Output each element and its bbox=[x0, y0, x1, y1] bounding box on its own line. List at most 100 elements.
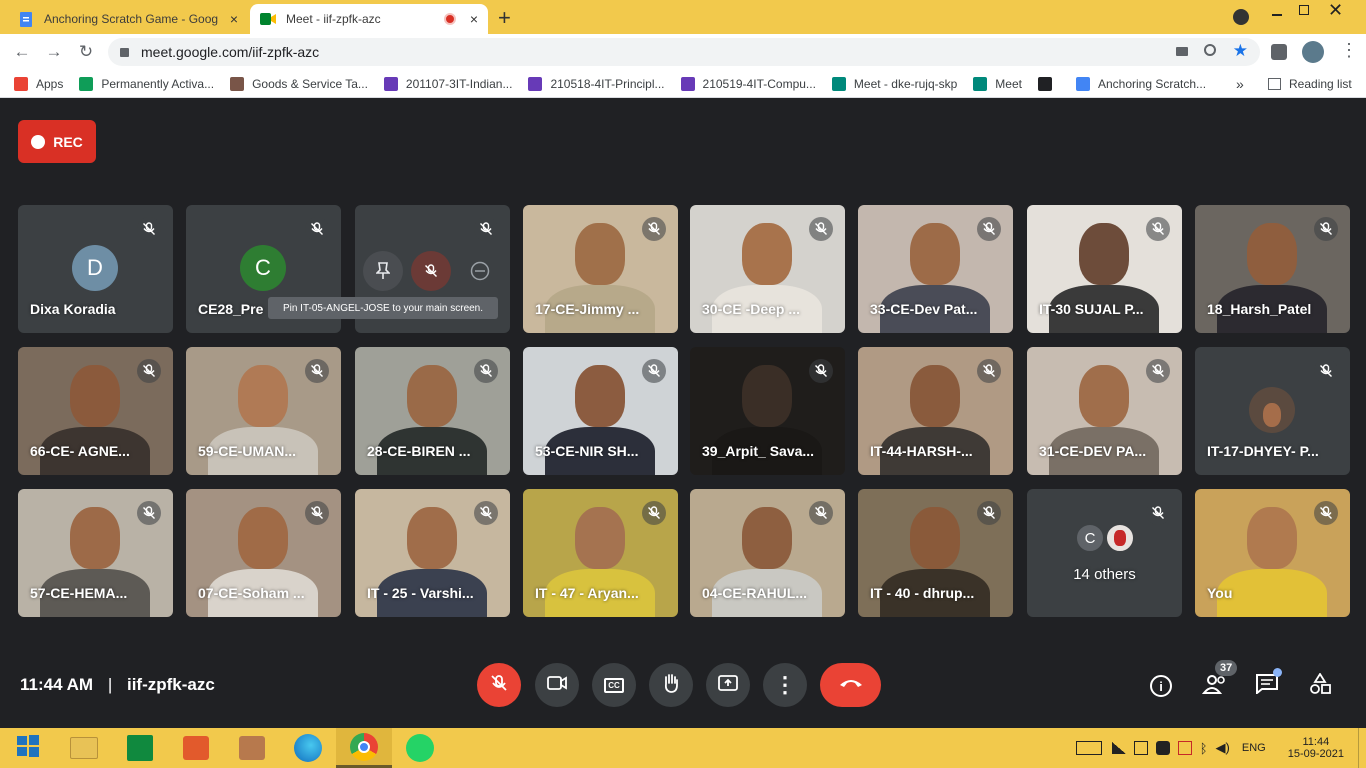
bookmark-star-icon[interactable]: ★ bbox=[1233, 41, 1248, 61]
captions-button[interactable]: CC bbox=[592, 663, 636, 707]
participant-tile[interactable]: 53-CE-NIR SH... bbox=[523, 347, 678, 475]
participant-tile[interactable]: 18_Harsh_Patel bbox=[1195, 205, 1350, 333]
address-bar[interactable]: meet.google.com/iif-zpfk-azc ★ bbox=[108, 38, 1260, 66]
action-center-icon[interactable] bbox=[1358, 728, 1366, 768]
taskbar-chrome[interactable] bbox=[336, 728, 392, 768]
tab-search-icon[interactable] bbox=[1233, 9, 1249, 25]
bookmark-item[interactable]: 210519-4IT-Compu... bbox=[680, 76, 816, 91]
participant-video-head bbox=[70, 507, 120, 569]
participant-tile[interactable]: IT - 25 - Varshi... bbox=[355, 489, 510, 617]
participant-tile[interactable]: 07-CE-Soham ... bbox=[186, 489, 341, 617]
tab-anchoring-scratch[interactable]: Anchoring Scratch Game - Goog × bbox=[8, 4, 248, 34]
bookmarks-more-button[interactable]: » bbox=[1236, 76, 1244, 92]
forward-arrow-icon[interactable]: → bbox=[38, 36, 70, 68]
language-indicator[interactable]: ENG bbox=[1242, 742, 1266, 754]
bookmark-item[interactable]: Permanently Activa... bbox=[79, 76, 214, 91]
participant-tile[interactable]: IT-30 SUJAL P... bbox=[1027, 205, 1182, 333]
clock[interactable]: 11:44 15-09-2021 bbox=[1288, 736, 1344, 760]
chat-button[interactable] bbox=[1247, 666, 1287, 706]
activities-button[interactable] bbox=[1300, 666, 1340, 706]
raise-hand-button[interactable] bbox=[649, 663, 693, 707]
tab-meet[interactable]: Meet - iif-zpfk-azc × bbox=[250, 4, 488, 34]
mic-muted-icon bbox=[137, 501, 161, 525]
meet-icon bbox=[260, 11, 276, 27]
tab-close-icon[interactable]: × bbox=[230, 11, 238, 27]
bookmark-item[interactable]: Meet bbox=[973, 76, 1022, 91]
participant-tile[interactable]: IT - 47 - Aryan... bbox=[523, 489, 678, 617]
notification-area-icon[interactable] bbox=[1155, 741, 1170, 755]
zoom-icon[interactable] bbox=[1204, 44, 1216, 56]
participant-tile[interactable]: 28-CE-BIREN ... bbox=[355, 347, 510, 475]
participant-tile[interactable]: D Dixa Koradia bbox=[18, 205, 173, 333]
participant-tile[interactable]: IT-17-DHYEY- P... bbox=[1195, 347, 1350, 475]
participant-video-head bbox=[742, 365, 792, 427]
participant-tile[interactable]: 30-CE -Deep ... bbox=[690, 205, 845, 333]
pin-button[interactable] bbox=[363, 251, 403, 291]
taskbar-app-1[interactable] bbox=[168, 728, 224, 768]
participant-tile[interactable]: 04-CE-RAHUL... bbox=[690, 489, 845, 617]
bluetooth-icon[interactable]: ᛒ bbox=[1200, 741, 1208, 756]
participant-tile[interactable]: 31-CE-DEV PA... bbox=[1027, 347, 1182, 475]
bookmark-item[interactable]: Anchoring Scratch... bbox=[1075, 76, 1206, 91]
bookmark-item[interactable]: Goods & Service Ta... bbox=[230, 76, 368, 91]
tab-close-icon[interactable]: × bbox=[470, 11, 478, 27]
reload-icon[interactable]: ↻ bbox=[70, 36, 102, 68]
participant-tile[interactable]: IT-44-HARSH-... bbox=[858, 347, 1013, 475]
network-icon[interactable] bbox=[1111, 742, 1126, 754]
camera-toggle-button[interactable] bbox=[535, 663, 579, 707]
extensions-icon[interactable] bbox=[1271, 44, 1287, 60]
bookmark-item[interactable]: 201107-3IT-Indian... bbox=[383, 76, 512, 91]
participant-tile[interactable]: C 14 others bbox=[1027, 489, 1182, 617]
participant-tile[interactable]: IT - 40 - dhrup... bbox=[858, 489, 1013, 617]
participant-video-head bbox=[1079, 365, 1129, 427]
microphone-toggle-button[interactable] bbox=[477, 663, 521, 707]
participant-name: 30-CE -Deep ... bbox=[702, 301, 801, 317]
menu-dots-icon[interactable]: ⋮ bbox=[1340, 40, 1358, 61]
mute-participant-button[interactable] bbox=[411, 251, 451, 291]
mic-muted-icon bbox=[305, 217, 329, 241]
taskbar-whatsapp[interactable] bbox=[392, 728, 448, 768]
taskbar-store[interactable] bbox=[112, 728, 168, 768]
minimize-icon[interactable] bbox=[1272, 14, 1282, 16]
bookmark-item[interactable]: 210518-4IT-Principl... bbox=[528, 76, 665, 91]
reading-list-button[interactable]: Reading list bbox=[1268, 77, 1352, 91]
more-vert-icon: ⋮ bbox=[774, 672, 796, 697]
taskbar-app-2[interactable] bbox=[224, 728, 280, 768]
back-arrow-icon[interactable]: ← bbox=[6, 36, 38, 68]
participant-tile[interactable]: 33-CE-Dev Pat... bbox=[858, 205, 1013, 333]
more-options-button[interactable]: ⋮ bbox=[763, 663, 807, 707]
participant-tile[interactable]: 59-CE-UMAN... bbox=[186, 347, 341, 475]
people-button[interactable]: 37 bbox=[1195, 660, 1238, 706]
new-tab-button[interactable]: + bbox=[498, 5, 511, 31]
participant-tile[interactable]: 39_Arpit_ Sava... bbox=[690, 347, 845, 475]
keyboard-icon[interactable] bbox=[1075, 741, 1102, 755]
bookmark-item[interactable] bbox=[1037, 76, 1060, 91]
present-screen-button[interactable] bbox=[706, 663, 750, 707]
mic-muted-icon bbox=[474, 501, 498, 525]
profile-avatar[interactable] bbox=[1302, 41, 1324, 63]
leave-call-button[interactable] bbox=[820, 663, 881, 707]
maximize-icon[interactable] bbox=[1299, 5, 1309, 15]
participant-tile[interactable]: 57-CE-HEMA... bbox=[18, 489, 173, 617]
taskbar-file-explorer[interactable] bbox=[56, 728, 112, 768]
participant-name: 07-CE-Soham ... bbox=[198, 585, 305, 601]
bookmark-item[interactable]: Meet - dke-rujq-skp bbox=[831, 76, 957, 91]
chat-notification-dot bbox=[1273, 668, 1282, 677]
clock-date: 15-09-2021 bbox=[1287, 748, 1344, 760]
participant-tile[interactable]: 17-CE-Jimmy ... bbox=[523, 205, 678, 333]
participant-tile[interactable]: 66-CE- AGNE... bbox=[18, 347, 173, 475]
participant-video-head bbox=[407, 365, 457, 427]
taskbar-edge[interactable] bbox=[280, 728, 336, 768]
system-warning-icon[interactable] bbox=[1177, 741, 1192, 755]
close-window-icon[interactable]: ✕ bbox=[1328, 0, 1343, 21]
participant-video-head bbox=[910, 365, 960, 427]
participant-tile[interactable]: You bbox=[1195, 489, 1350, 617]
volume-icon[interactable]: ◀) bbox=[1216, 740, 1230, 756]
bookmark-item[interactable]: Apps bbox=[14, 76, 63, 91]
people-icon bbox=[1201, 674, 1228, 699]
start-button[interactable] bbox=[0, 728, 56, 768]
battery-icon[interactable] bbox=[1133, 741, 1148, 755]
meeting-info-button[interactable]: i bbox=[1141, 666, 1181, 706]
remove-participant-button[interactable] bbox=[460, 251, 500, 291]
camera-icon[interactable] bbox=[1176, 47, 1188, 56]
